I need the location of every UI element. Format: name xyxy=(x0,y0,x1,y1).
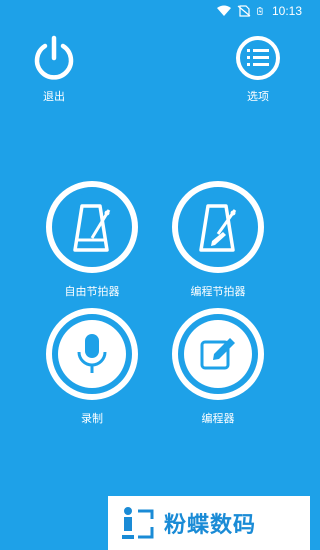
wifi-icon xyxy=(216,5,231,16)
programmer-button[interactable]: 编程器 xyxy=(170,308,266,426)
battery-icon xyxy=(257,7,263,15)
microphone-icon xyxy=(77,334,107,373)
tile-label: 录制 xyxy=(81,412,103,425)
tile-ring xyxy=(172,181,264,273)
tile-ring xyxy=(172,308,264,400)
power-icon xyxy=(34,35,74,80)
exit-button[interactable]: 退出 xyxy=(24,34,84,104)
watermark: 粉蝶数码 xyxy=(108,496,310,550)
tile-ring xyxy=(46,308,138,400)
tile-label: 自由节拍器 xyxy=(64,285,120,298)
status-bar: 10:13 xyxy=(0,0,310,22)
tile-label: 编程器 xyxy=(201,412,235,425)
metronome-icon xyxy=(73,204,111,252)
program-metronome-button[interactable]: 编程节拍器 xyxy=(170,181,266,299)
watermark-logo-icon xyxy=(122,507,154,539)
options-label: 选项 xyxy=(247,90,269,103)
menu-list-icon xyxy=(236,36,280,80)
watermark-text: 粉蝶数码 xyxy=(164,513,257,538)
tile-label: 编程节拍器 xyxy=(190,285,246,298)
record-button[interactable]: 录制 xyxy=(44,308,140,426)
free-metronome-button[interactable]: 自由节拍器 xyxy=(44,181,140,299)
options-button[interactable]: 选项 xyxy=(228,34,288,104)
no-sim-icon xyxy=(237,5,251,17)
metronome-edit-icon xyxy=(199,204,237,252)
tile-ring xyxy=(46,181,138,273)
edit-note-icon xyxy=(200,338,235,370)
exit-label: 退出 xyxy=(43,90,65,103)
status-time: 10:13 xyxy=(271,4,302,18)
